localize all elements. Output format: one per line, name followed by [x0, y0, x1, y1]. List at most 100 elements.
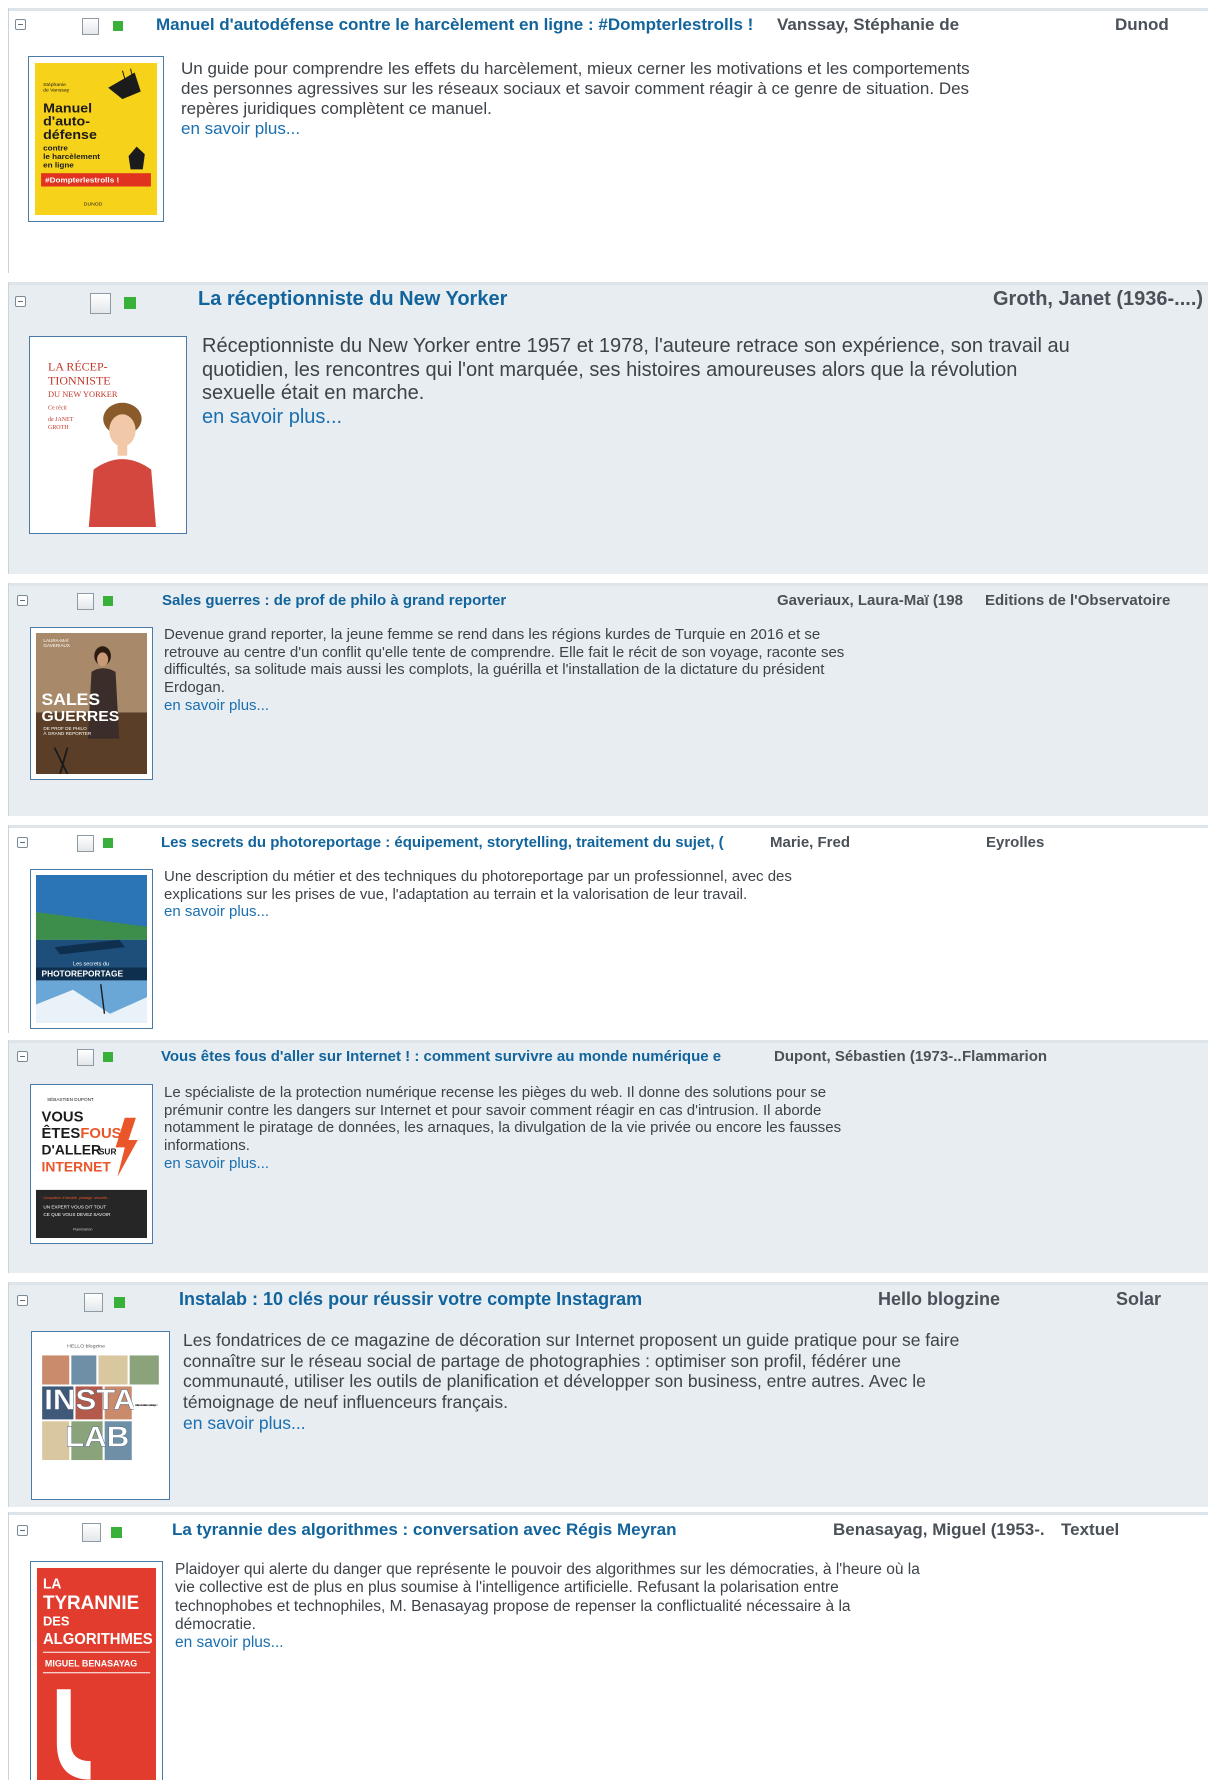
- svg-text:DUNOD: DUNOD: [84, 202, 103, 208]
- svg-text:contre: contre: [43, 144, 68, 153]
- svg-text:HELLO blogzine: HELLO blogzine: [67, 1344, 105, 1350]
- select-checkbox[interactable]: [77, 1049, 94, 1066]
- svg-text:Stéphanie: Stéphanie: [43, 82, 66, 88]
- svg-text:défense: défense: [43, 127, 97, 141]
- book-cover-art: LA RÉCEP- TIONNISTE DU NEW YORKER Ce réc…: [36, 343, 180, 527]
- svg-text:Usurpation d'identité, piratag: Usurpation d'identité, piratage, sécurit…: [43, 1196, 110, 1200]
- select-checkbox[interactable]: [82, 1523, 101, 1542]
- notice-publisher: Editions de l'Observatoire: [985, 592, 1171, 609]
- read-more-link[interactable]: en savoir plus...: [164, 903, 844, 921]
- description-text: Une description du métier et des techniq…: [164, 868, 792, 903]
- svg-text:#Dompterlestrolls !: #Dompterlestrolls !: [45, 176, 119, 185]
- book-cover[interactable]: Stéphanie de Vanssay Manuel d'auto- défe…: [28, 56, 164, 222]
- availability-indicator: [103, 596, 113, 606]
- svg-text:DES: DES: [43, 1613, 70, 1628]
- notice-item: La tyrannie des algorithmes : conversati…: [8, 1512, 1208, 1780]
- collapse-toggle-icon[interactable]: [17, 1295, 28, 1306]
- notice-item: Instalab : 10 clés pour réussir votre co…: [8, 1282, 1208, 1507]
- notice-publisher: Eyrolles: [986, 834, 1045, 851]
- book-cover[interactable]: HELLO blogzine INSTA LAB 10 clés pour ré…: [31, 1331, 170, 1500]
- notice-description: Une description du métier et des techniq…: [164, 868, 844, 921]
- svg-text:ÊTES: ÊTES: [42, 1124, 81, 1142]
- notice-description: Plaidoyer qui alerte du danger que repré…: [175, 1561, 935, 1652]
- notice-publisher: Dunod: [1115, 15, 1169, 34]
- collapse-toggle-icon[interactable]: [17, 837, 28, 848]
- notice-title[interactable]: Les secrets du photoreportage : équipeme…: [161, 834, 770, 851]
- notice-author: Groth, Janet (1936-....): [993, 288, 1204, 310]
- read-more-link[interactable]: en savoir plus...: [175, 1634, 935, 1652]
- svg-text:GUERRES: GUERRES: [42, 708, 120, 725]
- read-more-link[interactable]: en savoir plus...: [164, 697, 864, 715]
- read-more-link[interactable]: en savoir plus...: [181, 119, 981, 139]
- svg-text:VOUS: VOUS: [42, 1109, 84, 1125]
- svg-text:LA: LA: [43, 1575, 62, 1591]
- svg-text:INTERNET: INTERNET: [42, 1158, 112, 1174]
- book-cover[interactable]: LA TYRANNIE DES ALGORITHMES MIGUEL BENAS…: [30, 1561, 163, 1780]
- collapse-toggle-icon[interactable]: [17, 1525, 28, 1536]
- description-text: Le spécialiste de la protection numériqu…: [164, 1084, 842, 1155]
- book-cover-art: Stéphanie de Vanssay Manuel d'auto- défe…: [35, 63, 157, 215]
- book-cover-art: Les secrets du PHOTOREPORTAGE: [36, 875, 147, 1023]
- availability-indicator: [114, 1297, 125, 1308]
- notice-title[interactable]: Manuel d'autodéfense contre le harcèleme…: [156, 15, 761, 35]
- notice-author: Vanssay, Stéphanie de: [777, 15, 960, 34]
- read-more-link[interactable]: en savoir plus...: [202, 406, 1082, 430]
- svg-text:CE QUE VOUS DEVEZ SAVOIR: CE QUE VOUS DEVEZ SAVOIR: [43, 1212, 111, 1217]
- svg-text:SÉBASTIEN DUPONT: SÉBASTIEN DUPONT: [47, 1096, 94, 1102]
- notice-item: Vous êtes fous d'aller sur Internet ! : …: [8, 1040, 1208, 1273]
- svg-text:DU NEW YORKER: DU NEW YORKER: [48, 390, 118, 399]
- select-checkbox[interactable]: [82, 18, 99, 35]
- svg-text:UN EXPERT VOUS DIT TOUT: UN EXPERT VOUS DIT TOUT: [43, 1204, 106, 1209]
- collapse-toggle-icon[interactable]: [17, 1051, 28, 1062]
- select-checkbox[interactable]: [77, 593, 94, 610]
- notice-author: Benasayag, Miguel (1953-.: [833, 1520, 1045, 1539]
- svg-text:PHOTOREPORTAGE: PHOTOREPORTAGE: [42, 969, 124, 979]
- collapse-toggle-icon[interactable]: [17, 595, 28, 606]
- notice-title[interactable]: Sales guerres : de prof de philo à grand…: [162, 592, 762, 609]
- description-text: Plaidoyer qui alerte du danger que repré…: [175, 1561, 920, 1633]
- read-more-link[interactable]: en savoir plus...: [164, 1155, 854, 1173]
- svg-text:LAB: LAB: [65, 1421, 129, 1453]
- availability-indicator: [103, 1052, 113, 1062]
- svg-text:LAURA-MAÏ: LAURA-MAÏ: [43, 637, 69, 643]
- book-cover[interactable]: LAURA-MAÏ GAVERIAUX SALES GUERRES DE PRO…: [30, 627, 153, 780]
- select-checkbox[interactable]: [84, 1293, 103, 1312]
- book-cover[interactable]: LA RÉCEP- TIONNISTE DU NEW YORKER Ce réc…: [29, 336, 187, 534]
- svg-text:ALGORITHMES: ALGORITHMES: [43, 1631, 153, 1648]
- svg-text:de Vanssay: de Vanssay: [43, 88, 70, 94]
- notice-description: Le spécialiste de la protection numériqu…: [164, 1084, 854, 1172]
- notice-author: Marie, Fred: [770, 834, 851, 851]
- notice-item: La réceptionniste du New Yorker Groth, J…: [8, 282, 1208, 574]
- svg-text:de JANET: de JANET: [48, 417, 74, 423]
- svg-text:Ce récit: Ce récit: [48, 406, 67, 412]
- notice-title[interactable]: Vous êtes fous d'aller sur Internet ! : …: [161, 1048, 771, 1065]
- book-cover-art: HELLO blogzine INSTA LAB 10 clés pour ré…: [38, 1338, 163, 1493]
- svg-text:D'ALLER: D'ALLER: [42, 1142, 102, 1158]
- description-text: Devenue grand reporter, la jeune femme s…: [164, 626, 845, 697]
- notice-title[interactable]: La tyrannie des algorithmes : conversati…: [172, 1520, 792, 1540]
- notice-publisher: Flammarion: [962, 1048, 1048, 1065]
- book-cover[interactable]: Les secrets du PHOTOREPORTAGE: [30, 869, 153, 1029]
- svg-text:le harcèlement: le harcèlement: [43, 152, 100, 161]
- svg-text:À GRAND REPORTER: À GRAND REPORTER: [43, 730, 92, 736]
- notice-publisher: Solar: [1116, 1289, 1162, 1309]
- svg-text:en ligne: en ligne: [43, 161, 74, 170]
- availability-indicator: [103, 838, 113, 848]
- notice-item: Sales guerres : de prof de philo à grand…: [8, 583, 1208, 816]
- book-cover-art: SÉBASTIEN DUPONT VOUS ÊTES FOUS D'ALLER …: [36, 1090, 147, 1238]
- select-checkbox[interactable]: [90, 293, 111, 314]
- notice-description: Réceptionniste du New Yorker entre 1957 …: [202, 335, 1082, 429]
- book-cover[interactable]: SÉBASTIEN DUPONT VOUS ÊTES FOUS D'ALLER …: [30, 1084, 153, 1244]
- svg-text:SALES: SALES: [42, 690, 101, 710]
- notice-title[interactable]: La réceptionniste du New Yorker: [198, 288, 878, 311]
- notice-author: Hello blogzine: [878, 1289, 1001, 1309]
- select-checkbox[interactable]: [77, 835, 94, 852]
- svg-text:FOUS: FOUS: [80, 1126, 121, 1142]
- notice-title[interactable]: Instalab : 10 clés pour réussir votre co…: [179, 1289, 779, 1310]
- notice-author: Gaveriaux, Laura-Maï (198: [777, 592, 963, 609]
- collapse-toggle-icon[interactable]: [15, 296, 26, 307]
- availability-indicator: [111, 1527, 122, 1538]
- svg-text:GROTH: GROTH: [48, 425, 69, 431]
- collapse-toggle-icon[interactable]: [15, 19, 26, 30]
- read-more-link[interactable]: en savoir plus...: [183, 1413, 983, 1434]
